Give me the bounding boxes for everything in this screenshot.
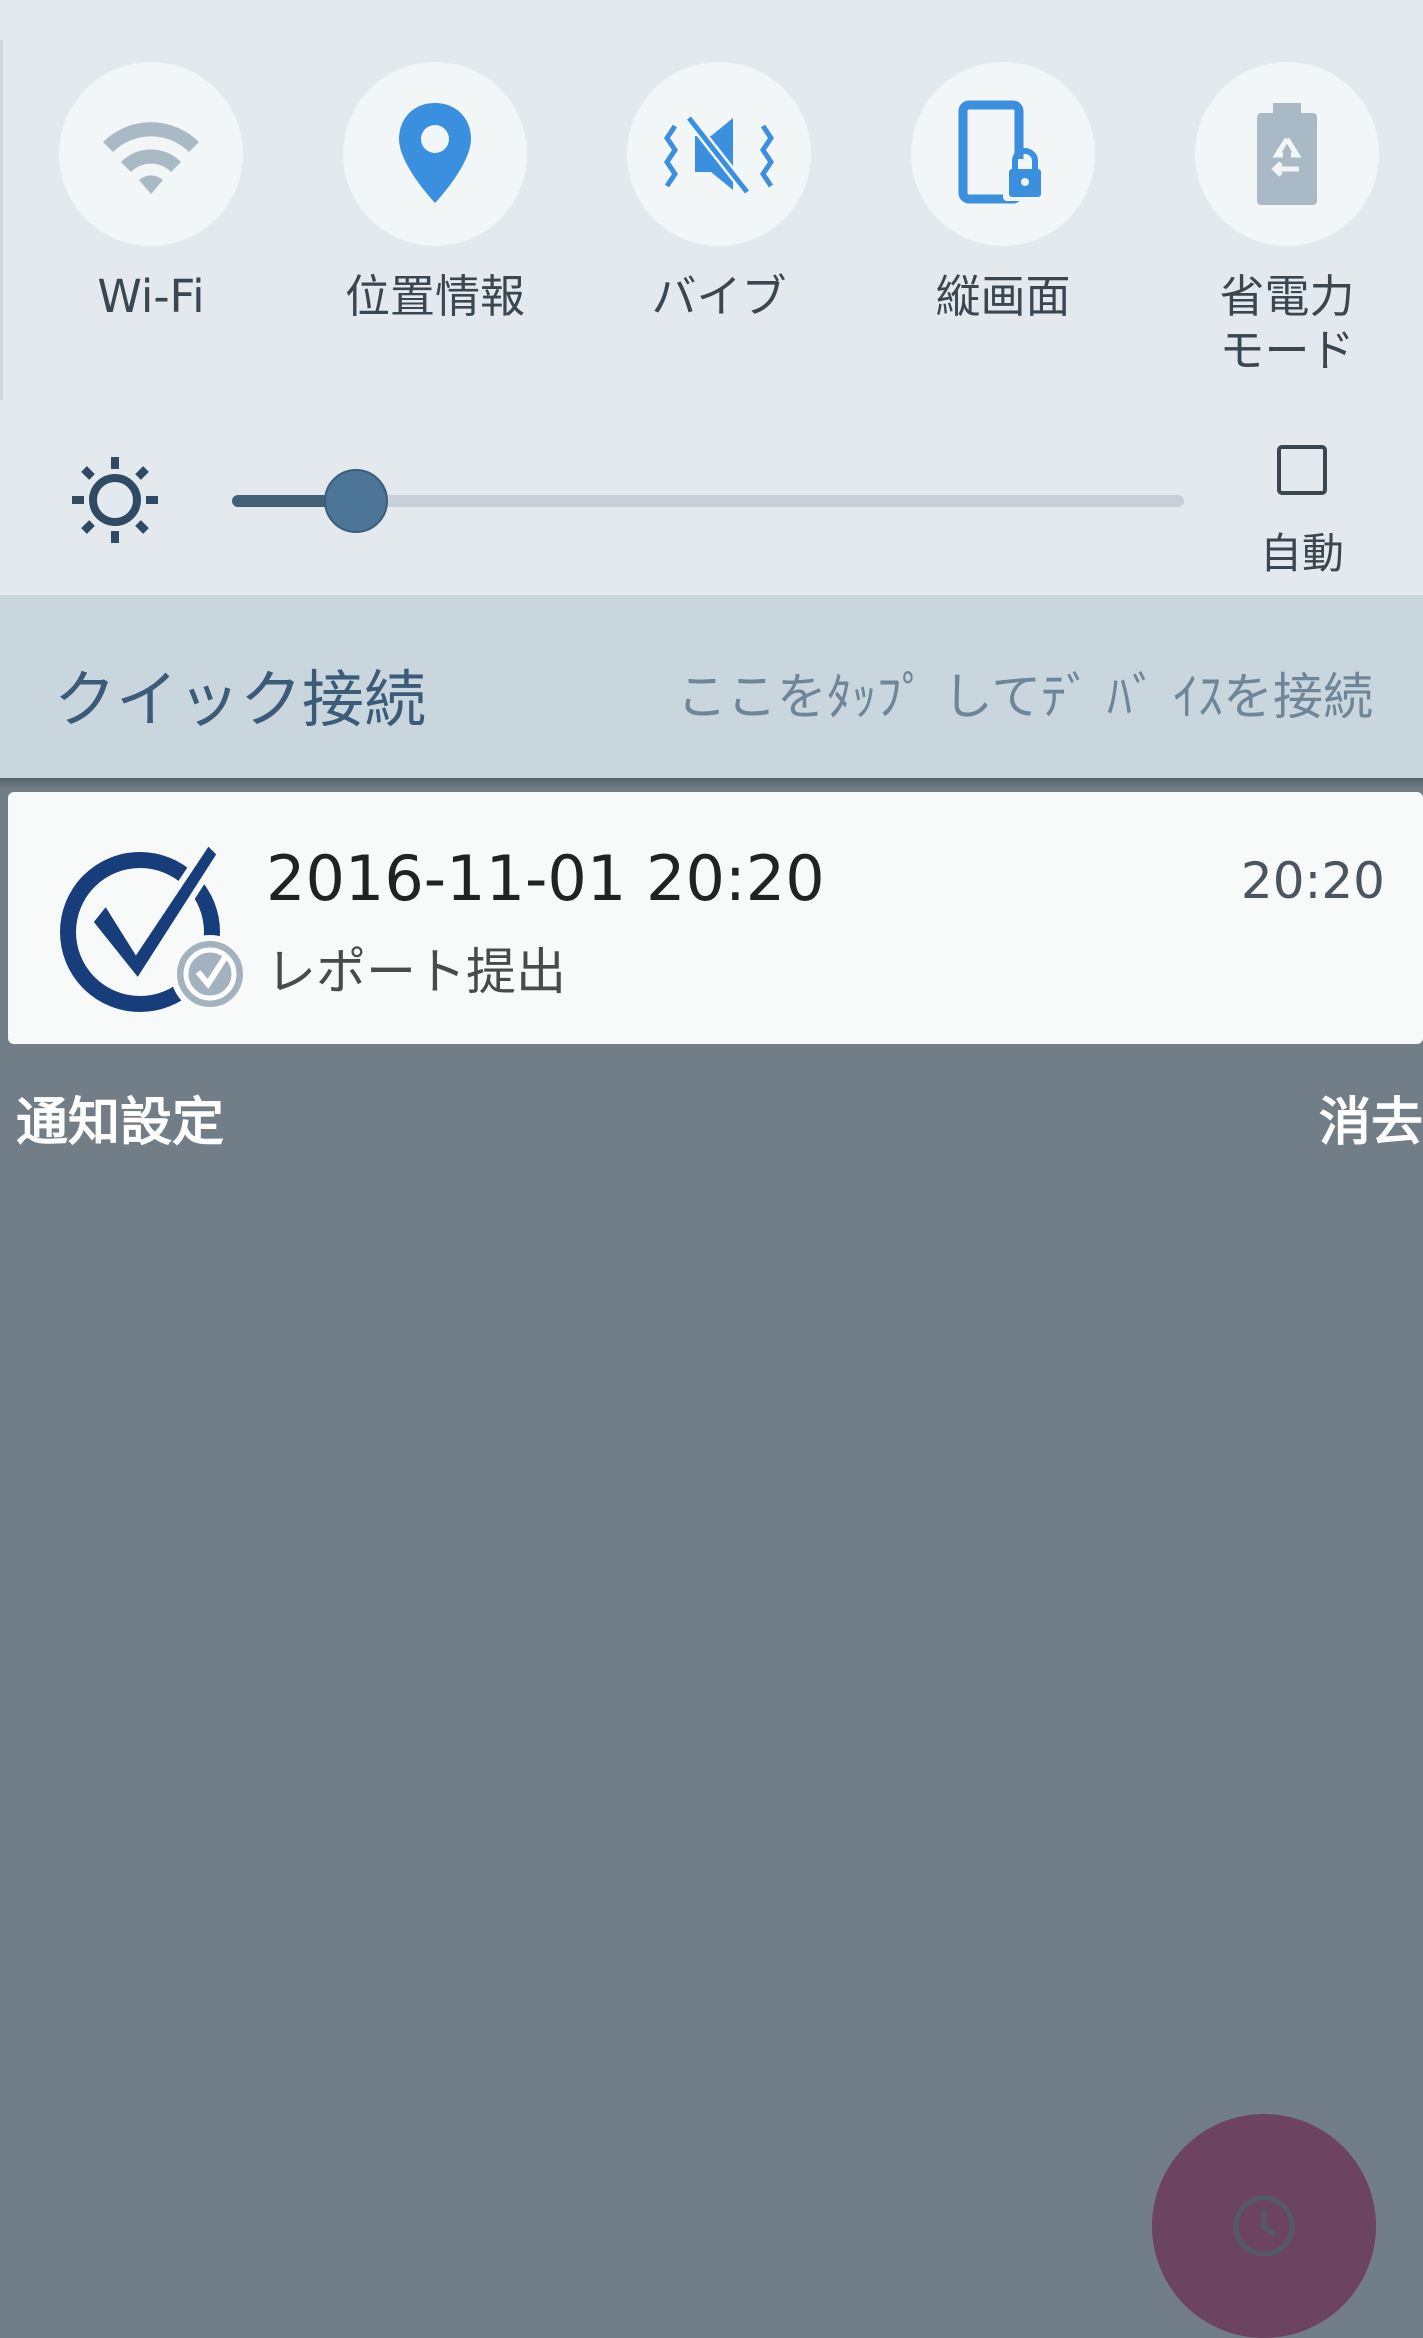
toggle-wifi[interactable]: Wi-Fi [58, 62, 244, 324]
location-toggle-circle[interactable] [343, 62, 527, 246]
clear-all-button[interactable]: 消去 [1319, 1080, 1423, 1155]
portrait-label: 縦画面 [935, 270, 1071, 323]
portrait-lock-icon [958, 100, 1047, 204]
location-pin-icon [399, 103, 471, 203]
edge-line [0, 40, 3, 400]
toggle-location[interactable]: 位置情報 [342, 62, 528, 324]
checkmark-app-icon [60, 837, 249, 1013]
divider-shadow [0, 778, 1423, 788]
fab-button[interactable] [1152, 2114, 1376, 2338]
auto-brightness-label: 自動 [1259, 529, 1344, 578]
quick-connect-title: クイック接続 [54, 663, 427, 736]
power-saving-label: 省電力 モード [1219, 270, 1355, 377]
quick-connect-bar[interactable]: クイック接続 ここをﾀｯﾌﾟ してﾃﾞ ﾊﾞ ｲｽを接続 [0, 595, 1423, 778]
auto-brightness-checkbox[interactable] [1277, 445, 1327, 495]
clock-icon [1233, 2195, 1295, 2257]
notification-time: 20:20 [1240, 852, 1385, 910]
notification-card[interactable]: 2016-11-01 20:20 レポート提出 20:20 [8, 792, 1423, 1044]
power-saving-toggle-circle[interactable] [1195, 62, 1379, 246]
wifi-icon [103, 122, 199, 194]
power-saving-icon [1257, 103, 1317, 205]
brightness-slider-thumb[interactable] [324, 469, 388, 533]
toggle-portrait[interactable]: 縦画面 [910, 62, 1096, 324]
brightness-icon [72, 457, 158, 543]
vibrate-label: バイブ [651, 270, 787, 323]
wifi-toggle-circle[interactable] [59, 62, 243, 246]
wifi-label: Wi-Fi [97, 270, 205, 323]
toggle-vibrate[interactable]: バイブ [626, 62, 812, 324]
location-label: 位置情報 [344, 270, 525, 323]
notification-title: 2016-11-01 20:20 [266, 842, 825, 915]
vibrate-toggle-circle[interactable] [627, 62, 811, 246]
notification-settings-button[interactable]: 通知設定 [16, 1080, 224, 1155]
brightness-slider[interactable] [232, 469, 1184, 533]
quick-settings-panel: Wi-Fi 位置情報 バイブ 縦画面 省電力 モード 自動 [0, 0, 1423, 595]
portrait-toggle-circle[interactable] [911, 62, 1095, 246]
notification-body: レポート提出 [266, 943, 566, 1001]
quick-connect-hint[interactable]: ここをﾀｯﾌﾟ してﾃﾞ ﾊﾞ ｲｽを接続 [677, 657, 1373, 729]
toggle-power-saving[interactable]: 省電力 モード [1194, 62, 1380, 378]
vibrate-icon [663, 114, 775, 196]
